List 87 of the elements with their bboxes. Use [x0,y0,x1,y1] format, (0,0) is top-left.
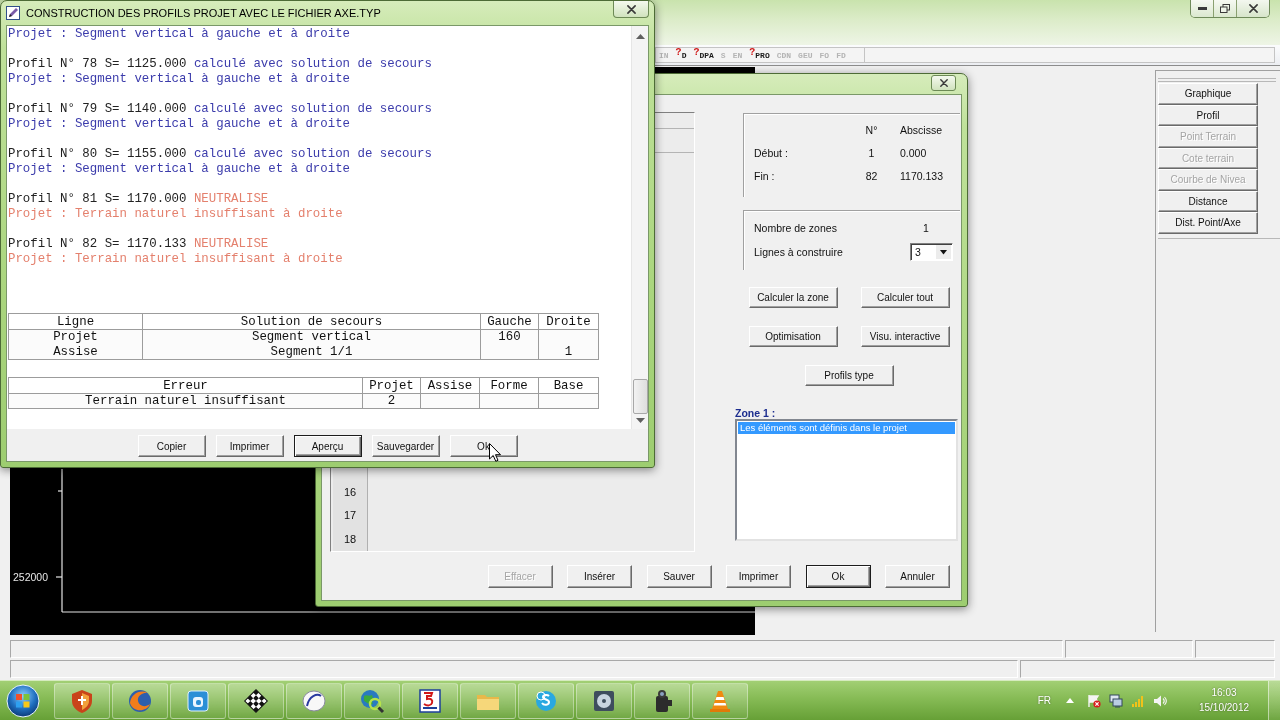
scrollbar[interactable] [631,26,648,429]
row-number: 17 [342,508,358,523]
field-value: 0.000 [899,146,927,159]
dialog-button[interactable]: Imprimer [215,435,284,457]
minimize-button[interactable] [1191,0,1213,17]
taskbar-button[interactable] [576,682,632,719]
column-header: Projet [362,377,421,394]
log-line: Projet : Segment vertical à gauche et à droite [8,72,351,87]
column-header: Droite [538,313,599,330]
close-icon [626,4,636,14]
minimize-icon [1197,7,1207,10]
column-header: Gauche [480,313,539,330]
tool-button[interactable]: Profil [1158,104,1258,126]
row-number: 16 [342,484,358,500]
dialog-button[interactable]: Annuler [885,565,950,588]
taskbar-button[interactable] [228,682,284,719]
restore-button[interactable] [1213,0,1236,17]
close-icon [1248,4,1258,13]
field-label: Lignes à construire [754,246,843,258]
dialog-button[interactable]: Sauver [646,565,712,588]
log-line: Projet : Segment vertical à gauche et à droite [8,117,351,132]
caret-down-icon[interactable] [936,245,951,259]
log-line: Projet : Segment vertical à gauche et à droite [8,162,351,177]
column-header: N° [865,123,878,136]
log-line: Projet : Terrain naturel insuffisant à droite [8,207,343,222]
close-button[interactable] [1236,0,1269,17]
close-button[interactable] [931,75,956,91]
column-header: Ligne [8,313,143,330]
window-title: CONSTRUCTION DES PROFILS PROJET AVEC LE FICHIER AXE.TYP [26,7,381,20]
dialog-button[interactable]: Ok [449,435,518,457]
close-icon [939,79,948,87]
action-button[interactable]: Calculer tout [860,287,950,308]
field-value: 1170.133 [899,169,943,182]
zone-label: Zone 1 : [735,408,777,419]
log-line: Profil N° 81 S= 1170.000 NEUTRALISE [8,192,269,207]
dialog-button[interactable]: Imprimer [726,565,791,588]
field-label: Nombre de zones [754,222,837,234]
taskbar-button[interactable] [634,682,690,719]
dialog-button[interactable]: Sauvegarder [371,435,440,457]
log-line: Projet : Terrain naturel insuffisant à droite [8,252,343,267]
flag-warning-icon[interactable] [1087,693,1101,708]
log-line: Profil N° 82 S= 1170.133 NEUTRALISE [8,237,269,252]
field-label: Début : [754,146,788,159]
dialog-button[interactable]: Copier [137,435,206,457]
action-button[interactable]: Visu. interactive [860,326,950,347]
scrollbar-thumb[interactable] [632,379,648,414]
log-line: Profil N° 80 S= 1155.000 calculé avec solution de secours [8,147,432,162]
restore-icon [1220,4,1230,13]
cursor-icon [489,443,501,462]
dialog-button[interactable]: Insérer [567,565,632,588]
oval-icon [301,687,327,714]
dialog-button[interactable]: Ok [805,565,871,588]
pencil-tile-icon [6,6,20,20]
column-header: Assise [420,377,480,394]
field-label: Fin : [754,169,775,182]
taskbar-button[interactable] [402,682,458,719]
action-button[interactable]: Optimisation [748,326,838,347]
column-header: Abscisse [899,123,942,136]
close-button[interactable] [613,1,649,18]
globe-icon [127,687,153,714]
tool-button[interactable]: Dist. Point/Axe [1158,212,1258,234]
start-orb-icon [6,683,40,718]
tool-button[interactable]: Graphique [1158,83,1258,105]
column-header: Solution de secours [142,313,481,330]
action-button[interactable]: Profils type [804,365,894,386]
column-header: Erreur [8,377,363,394]
field-value: 1 [922,222,929,234]
field-value: 82 [865,169,878,182]
globe-magnifier-icon [359,687,385,714]
tile-icon [185,687,211,714]
up-arrow-icon[interactable] [635,34,645,39]
log-line: Profil N° 78 S= 1125.000 calculé avec solution de secours [8,57,432,72]
down-arrow-icon[interactable] [635,418,645,423]
field-value: 1 [868,146,875,159]
shield-icon [69,687,95,714]
column-header: Forme [479,377,539,394]
dialog-button[interactable]: Aperçu [293,435,362,457]
axis-tick-label: 252000 [12,571,48,583]
log-line: Projet : Segment vertical à gauche et à droite [8,27,351,42]
row-number: 18 [342,531,358,547]
logo-tile-icon [417,687,443,714]
tool-button[interactable]: Distance [1158,190,1258,212]
column-header: Base [538,377,599,394]
log-line: Profil N° 79 S= 1140.000 calculé avec solution de secours [8,102,432,117]
action-button[interactable]: Calculer la zone [748,287,838,308]
network-icon[interactable] [1109,693,1123,708]
lines-dropdown[interactable]: 3 [910,243,953,261]
